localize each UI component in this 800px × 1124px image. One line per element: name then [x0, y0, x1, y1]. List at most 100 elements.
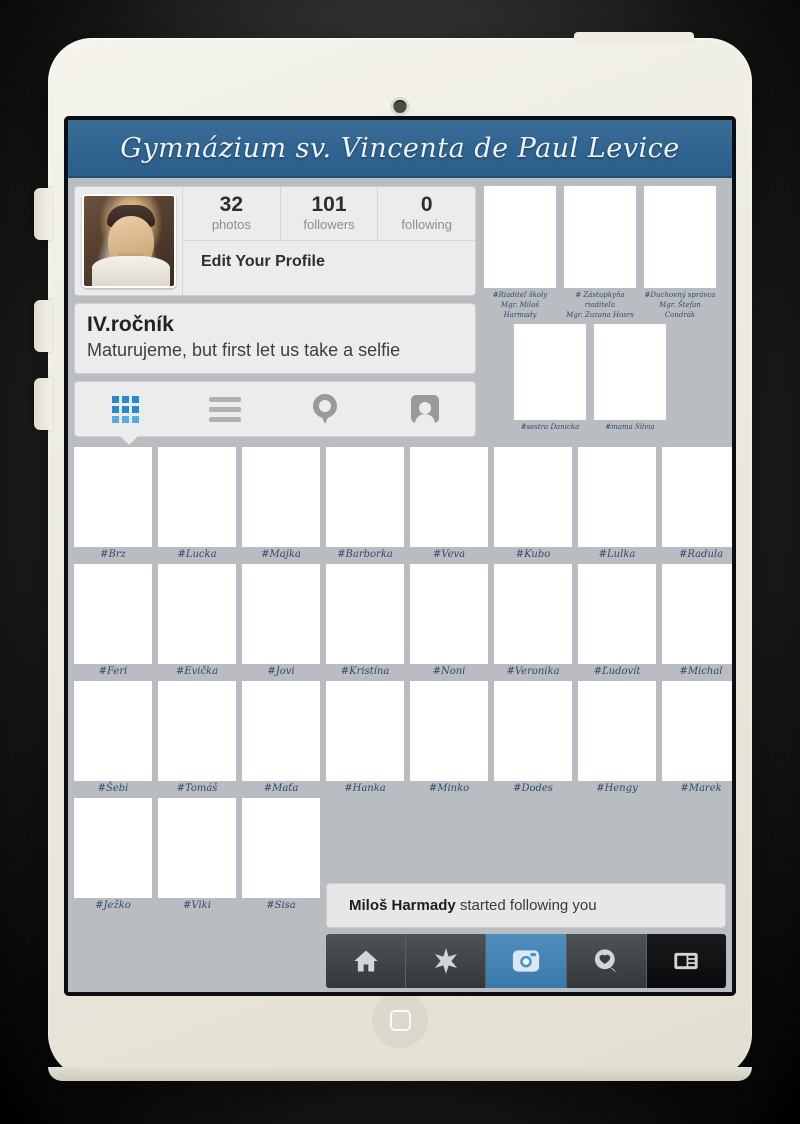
- avatar[interactable]: [82, 194, 176, 288]
- device-side-button-3[interactable]: [34, 378, 52, 430]
- avatar-wrapper[interactable]: [75, 187, 183, 295]
- map-pin-icon: [313, 394, 337, 424]
- photo-thumbnail[interactable]: [158, 798, 236, 898]
- tab-tagged[interactable]: [375, 382, 475, 436]
- nav-camera-button[interactable]: [486, 934, 567, 988]
- photo-thumbnail[interactable]: [326, 447, 404, 547]
- photo-caption: #Viki: [183, 900, 211, 911]
- teacher-item[interactable]: #mama Silvia: [594, 324, 666, 432]
- photo-grid-cell[interactable]: #Majka: [242, 447, 320, 562]
- photo-thumbnail[interactable]: [74, 681, 152, 781]
- photo-grid-cell[interactable]: #Hanka: [326, 681, 404, 796]
- photo-grid-cell[interactable]: #Lulka: [578, 447, 656, 562]
- home-button-square-icon: [389, 1009, 411, 1031]
- photo-thumbnail[interactable]: [494, 564, 572, 664]
- photo-grid-cell[interactable]: #Feri: [74, 564, 152, 679]
- photo-grid-cell[interactable]: #Michal: [662, 564, 732, 679]
- nav-activity-button[interactable]: [566, 934, 647, 988]
- teacher-photo[interactable]: [564, 186, 636, 288]
- photo-thumbnail[interactable]: [662, 564, 732, 664]
- photo-thumbnail[interactable]: [326, 564, 404, 664]
- photo-grid-cell[interactable]: #Sisa: [242, 798, 320, 913]
- photo-grid-cell[interactable]: #Šebi: [74, 681, 152, 796]
- photo-grid-cell[interactable]: #Lucka: [158, 447, 236, 562]
- tagged-photos-icon: [411, 395, 439, 423]
- teacher-caption-line2: Mgr. Štefan Candrák: [659, 301, 701, 320]
- teacher-photo[interactable]: [644, 186, 716, 288]
- tab-map[interactable]: [275, 382, 375, 436]
- photo-thumbnail[interactable]: [158, 447, 236, 547]
- photo-thumbnail[interactable]: [158, 564, 236, 664]
- photo-thumbnail[interactable]: [578, 564, 656, 664]
- photo-grid-cell[interactable]: #Kubo: [494, 447, 572, 562]
- photo-thumbnail[interactable]: [74, 447, 152, 547]
- edit-profile-button[interactable]: Edit Your Profile: [183, 241, 475, 283]
- photo-thumbnail[interactable]: [578, 681, 656, 781]
- home-button[interactable]: [372, 992, 428, 1048]
- teacher-photo[interactable]: [514, 324, 586, 421]
- photo-caption: #Maťa: [263, 783, 299, 794]
- tab-grid[interactable]: [75, 382, 175, 436]
- photo-grid-cell[interactable]: #Jovi: [242, 564, 320, 679]
- photo-thumbnail[interactable]: [242, 564, 320, 664]
- profile-column: 32 photos 101 followers 0 following Edit…: [74, 186, 476, 445]
- device-side-button-1[interactable]: [34, 188, 52, 240]
- notification-banner[interactable]: Miloš Harmady started following you: [326, 883, 726, 928]
- photo-grid-cell[interactable]: #Minko: [410, 681, 488, 796]
- profile-tabs: [74, 381, 476, 445]
- teacher-caption-line2: Mgr. Miloš Harmady: [500, 301, 540, 320]
- photo-thumbnail[interactable]: [74, 798, 152, 898]
- photo-thumbnail[interactable]: [74, 564, 152, 664]
- photo-grid-cell[interactable]: #Hengy: [578, 681, 656, 796]
- photo-grid-cell[interactable]: #Viki: [158, 798, 236, 913]
- photo-thumbnail[interactable]: [410, 564, 488, 664]
- photo-thumbnail[interactable]: [494, 447, 572, 547]
- photo-grid-cell[interactable]: #Veva: [410, 447, 488, 562]
- stat-photos[interactable]: 32 photos: [183, 187, 281, 241]
- teacher-item[interactable]: #Riaditeľ školy Mgr. Miloš Harmady: [484, 186, 556, 320]
- photo-grid-cell[interactable]: #Ľudovít: [578, 564, 656, 679]
- photo-grid-row: #Šebi #Tomáš #Maťa #Hanka #Minko #Dodes #Hengy…: [74, 681, 732, 796]
- tab-list[interactable]: [175, 382, 275, 436]
- photo-thumbnail[interactable]: [410, 447, 488, 547]
- photo-grid-cell[interactable]: #Maťa: [242, 681, 320, 796]
- nav-explore-button[interactable]: [406, 934, 487, 988]
- teacher-item[interactable]: #Duchovný správca Mgr. Štefan Candrák: [644, 186, 716, 320]
- photo-grid-cell[interactable]: #Brz: [74, 447, 152, 562]
- teacher-row-2: #sestra Danicka #mama Silvia: [484, 324, 726, 432]
- nav-news-button[interactable]: [646, 934, 726, 988]
- photo-thumbnail[interactable]: [410, 681, 488, 781]
- photo-thumbnail[interactable]: [662, 681, 732, 781]
- photo-grid-cell[interactable]: #Ježko: [74, 798, 152, 913]
- stat-following[interactable]: 0 following: [378, 187, 475, 240]
- photo-grid-cell[interactable]: #Radula: [662, 447, 732, 562]
- photo-grid-cell[interactable]: #Veronika: [494, 564, 572, 679]
- teacher-photo[interactable]: [594, 324, 666, 421]
- photo-thumbnail[interactable]: [578, 447, 656, 547]
- teacher-item[interactable]: # Zástupkyňa riaditeľa Mgr. Zuzana Hosrs: [564, 186, 636, 320]
- nav-home-button[interactable]: [326, 934, 407, 988]
- stats-column: 32 photos 101 followers 0 following Edit…: [183, 187, 475, 295]
- photo-caption: #Barborka: [337, 549, 393, 560]
- photo-caption: #Kubo: [515, 549, 551, 560]
- photo-grid-cell[interactable]: #Dodes: [494, 681, 572, 796]
- device-side-button-2[interactable]: [34, 300, 52, 352]
- photo-grid-cell[interactable]: #Noni: [410, 564, 488, 679]
- stat-following-count: 0: [420, 193, 433, 216]
- photo-thumbnail[interactable]: [242, 681, 320, 781]
- teacher-item[interactable]: #sestra Danicka: [514, 324, 586, 432]
- photo-thumbnail[interactable]: [326, 681, 404, 781]
- photo-thumbnail[interactable]: [242, 447, 320, 547]
- photo-thumbnail[interactable]: [662, 447, 732, 547]
- photo-thumbnail[interactable]: [158, 681, 236, 781]
- photo-thumbnail[interactable]: [242, 798, 320, 898]
- photo-grid-cell[interactable]: #Tomáš: [158, 681, 236, 796]
- photo-caption: #Brz: [100, 549, 126, 560]
- teacher-photo[interactable]: [484, 186, 556, 288]
- photo-grid-cell[interactable]: #Evička: [158, 564, 236, 679]
- photo-grid-cell[interactable]: #Marek: [662, 681, 732, 796]
- photo-thumbnail[interactable]: [494, 681, 572, 781]
- photo-grid-cell[interactable]: #Barborka: [326, 447, 404, 562]
- stat-followers[interactable]: 101 followers: [281, 187, 379, 241]
- photo-grid-cell[interactable]: #Kristína: [326, 564, 404, 679]
